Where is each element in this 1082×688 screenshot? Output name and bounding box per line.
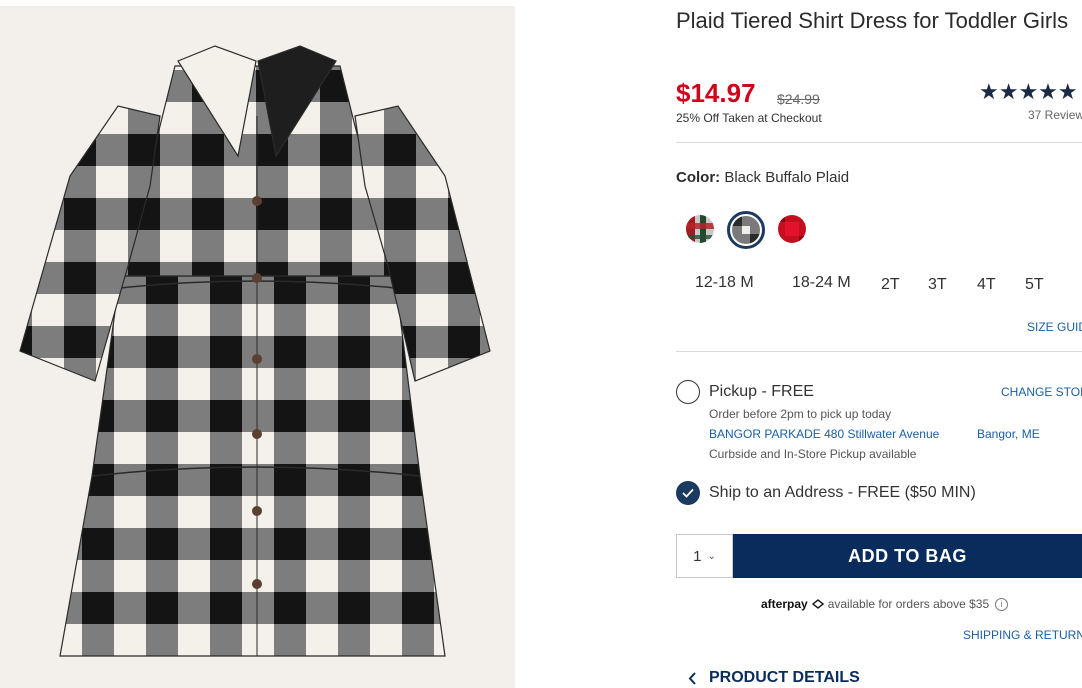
size-4t[interactable]: 4T [977,276,996,294]
shipping-returns-link[interactable]: SHIPPING & RETURNS [963,628,1082,642]
swatch-red-green-plaid[interactable] [684,213,716,245]
store-city-link[interactable]: Bangor, ME [977,427,1040,441]
red-green-plaid-swatch-icon [686,215,714,243]
afterpay-icon [811,599,824,609]
product-title: Plaid Tiered Shirt Dress for Toddler Gir… [676,8,1069,33]
product-details-label: PRODUCT DETAILS [709,669,860,686]
review-count-link[interactable]: 37 Reviews [1028,108,1082,122]
size-18-24m[interactable]: 18-24 M [792,274,851,292]
change-store-link[interactable]: CHANGE STORE [1001,385,1082,399]
rating-stars[interactable]: ★★★★★ [979,79,1078,105]
pickup-note: Order before 2pm to pick up today [709,407,892,421]
quantity-value: 1 [693,547,702,565]
size-12-18m[interactable]: 12-18 M [695,274,754,292]
color-label: Color: [676,169,721,186]
info-icon[interactable]: i [995,597,1009,611]
pickup-label[interactable]: Pickup - FREE [709,383,814,401]
product-image[interactable] [0,6,515,688]
swatch-black-buffalo-plaid[interactable] [727,211,765,249]
size-3t[interactable]: 3T [928,276,947,294]
afterpay-text: available for orders above $35 [827,597,990,611]
checkmark-icon [682,488,694,498]
original-price: $24.99 [777,91,820,107]
pickup-radio[interactable] [676,380,700,404]
dress-illustration [19,45,491,657]
size-guide-link[interactable]: SIZE GUIDE [1027,320,1082,334]
ship-radio[interactable] [676,481,700,505]
size-2t[interactable]: 2T [881,276,900,294]
add-to-bag-button[interactable]: ADD TO BAG [733,534,1082,578]
chevron-down-icon: ⌄ [707,550,716,562]
discount-note: 25% Off Taken at Checkout [676,111,822,125]
ship-label[interactable]: Ship to an Address - FREE ($50 MIN) [709,484,976,502]
store-name-link[interactable]: BANGOR PARKADE 480 Stillwater Avenue [709,427,939,441]
red-plaid-swatch-icon [778,215,806,243]
divider [676,351,1082,352]
afterpay-info: afterpay available for orders above $35 … [761,597,1009,611]
quantity-select[interactable]: 1 ⌄ [676,534,733,578]
product-info: Plaid Tiered Shirt Dress for Toddler Gir… [676,0,1082,688]
curbside-note: Curbside and In-Store Pickup available [709,447,917,461]
color-selection: Color: Black Buffalo Plaid [676,169,849,186]
product-details-toggle[interactable]: PRODUCT DETAILS [688,669,860,687]
color-value: Black Buffalo Plaid [724,169,850,186]
divider [676,142,1082,143]
afterpay-logo: afterpay [761,597,808,611]
swatch-red-plaid[interactable] [776,213,808,245]
size-5t[interactable]: 5T [1025,276,1044,294]
sale-price: $14.97 [676,78,756,108]
black-buffalo-plaid-swatch-icon [732,216,760,244]
chevron-left-icon [688,671,696,685]
